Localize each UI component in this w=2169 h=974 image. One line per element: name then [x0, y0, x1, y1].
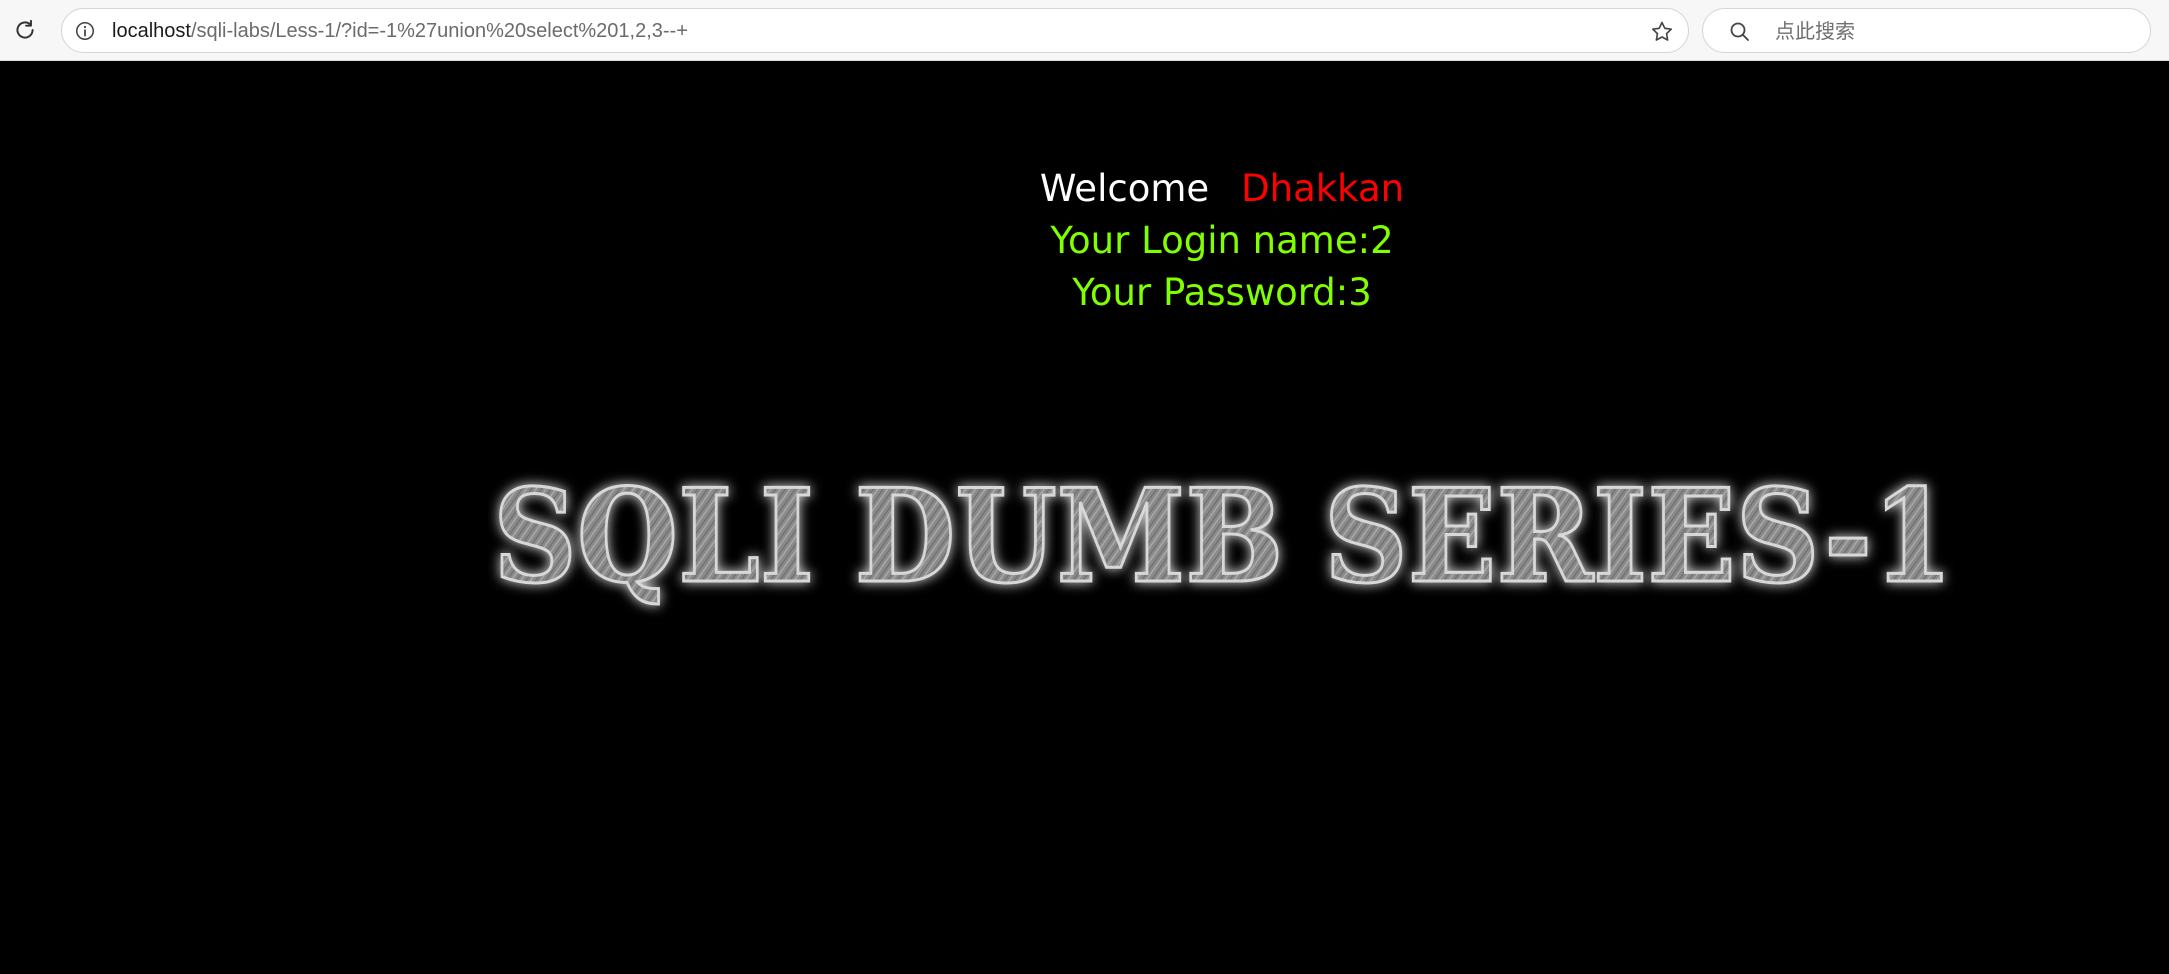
welcome-label: Welcome [1039, 167, 1210, 210]
search-box[interactable]: 点此搜索 [1702, 8, 2151, 53]
site-info-button[interactable] [73, 19, 97, 43]
search-placeholder: 点此搜索 [1775, 19, 1855, 43]
sqli-dumb-series-logo: SQLI DUMB SERIES-1 [492, 461, 1955, 614]
address-bar[interactable]: localhost/sqli-labs/Less-1/?id=-1%27unio… [61, 8, 1689, 53]
reload-button[interactable] [9, 14, 41, 46]
logo-text: SQLI DUMB SERIES-1 [493, 462, 1953, 612]
browser-toolbar: localhost/sqli-labs/Less-1/?id=-1%27unio… [0, 0, 2169, 61]
reload-icon [16, 19, 34, 39]
search-icon [1730, 22, 1749, 41]
welcome-name: Dhakkan [1241, 167, 1405, 210]
url-text[interactable]: localhost/sqli-labs/Less-1/?id=-1%27unio… [112, 18, 688, 44]
search-button[interactable] [1727, 19, 1753, 45]
welcome-line: Welcome Dhakkan [0, 167, 2169, 210]
password-line: Your Password:3 [1072, 271, 1372, 314]
bookmark-button[interactable] [1648, 18, 1676, 46]
login-name-line: Your Login name:2 [1050, 219, 1394, 262]
star-icon [1651, 21, 1673, 41]
url-path: /sqli-labs/Less-1/?id=-1%27union%20selec… [190, 20, 688, 42]
info-icon [75, 21, 95, 41]
page-content: Welcome Dhakkan Your Login name:2 Your Pa… [0, 61, 2169, 974]
url-host: localhost [112, 20, 191, 42]
